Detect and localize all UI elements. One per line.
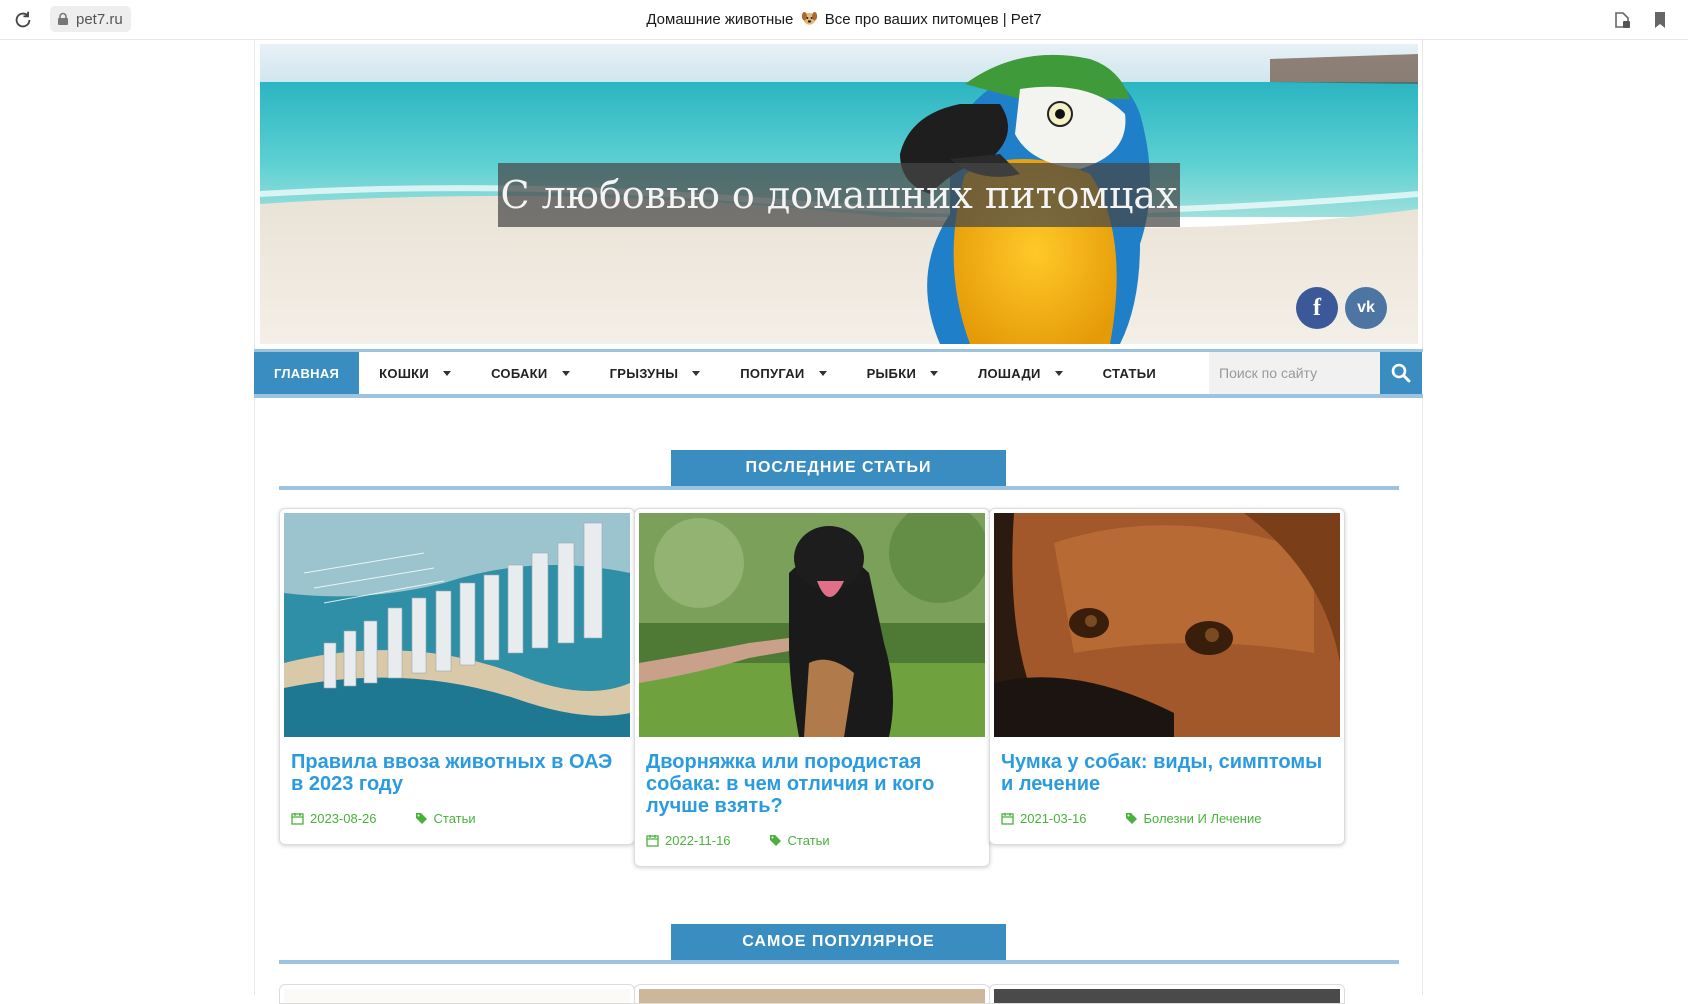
section-title-latest: ПОСЛЕДНИЕ СТАТЬИ — [671, 450, 1006, 486]
bookmark-icon[interactable] — [1650, 10, 1670, 30]
article-date: 2021-03-16 — [1020, 811, 1087, 826]
title-text-after: Все про ваших питомцев | Pet7 — [824, 11, 1042, 28]
article-title[interactable]: Правила ввоза животных в ОАЭ в 2023 году — [291, 751, 624, 795]
dog-face-icon — [801, 12, 817, 25]
dubai-aerial-image — [284, 513, 630, 737]
nav-label: ЛОШАДИ — [978, 365, 1041, 381]
article-card[interactable]: Правила ввоза животных в ОАЭ в 2023 году… — [279, 508, 635, 845]
vk-icon[interactable]: vk — [1345, 287, 1387, 329]
main-nav: ГЛАВНАЯ КОШКИ СОБАКИ ГРЫЗУНЫ ПОПУГАИ РЫБ… — [254, 349, 1423, 398]
beagle-face-image — [994, 513, 1340, 737]
article-category[interactable]: Статьи — [434, 811, 476, 826]
caret-down-icon — [930, 370, 939, 376]
tags-icon — [1125, 813, 1137, 824]
nav-label: ПОПУГАИ — [740, 365, 805, 381]
article-date: 2022-11-16 — [665, 833, 731, 848]
nav-item-parrots[interactable]: ПОПУГАИ — [720, 352, 846, 394]
hero-banner: С любовью о домашних питомцах f vk — [260, 44, 1418, 344]
hero-caption: С любовью о домашних питомцах — [498, 163, 1180, 227]
calendar-icon — [646, 835, 659, 847]
article-category[interactable]: Статьи — [788, 833, 830, 848]
page-container: С любовью о домашних питомцах f vk ГЛАВН… — [254, 40, 1423, 1004]
article-title[interactable]: Дворняжка или породистая собака: в чем о… — [646, 751, 979, 817]
nav-item-articles[interactable]: СТАТЬИ — [1083, 352, 1176, 394]
section-latest-header: ПОСЛЕДНИЕ СТАТЬИ — [279, 450, 1399, 490]
section-popular-header: САМОЕ ПОПУЛЯРНОЕ — [279, 924, 1399, 964]
caret-down-icon — [443, 370, 452, 376]
page-title: Домашние животные Все про ваших питомцев… — [0, 10, 1688, 28]
black-dog-paw-image — [639, 513, 985, 737]
tags-icon — [769, 835, 781, 846]
article-card[interactable]: Дворняжка или породистая собака: в чем о… — [634, 508, 990, 867]
nav-label: РЫБКИ — [866, 365, 917, 381]
calendar-icon — [291, 813, 304, 825]
popular-card-peek[interactable] — [989, 984, 1345, 1004]
nav-item-horses[interactable]: ЛОШАДИ — [958, 352, 1083, 394]
popular-card-peek[interactable] — [279, 984, 635, 1004]
lock-icon — [58, 12, 68, 25]
popular-card-peek[interactable] — [634, 984, 990, 1004]
article-image[interactable] — [639, 513, 985, 737]
caret-down-icon — [818, 370, 827, 376]
caret-down-icon — [692, 370, 701, 376]
browser-toolbar: pet7.ru Домашние животные Все про ваших … — [0, 0, 1688, 40]
article-image[interactable] — [994, 513, 1340, 737]
section-divider — [279, 486, 1399, 490]
section-title-popular: САМОЕ ПОПУЛЯРНОЕ — [671, 924, 1006, 960]
section-divider — [279, 960, 1399, 964]
nav-item-dogs[interactable]: СОБАКИ — [471, 352, 590, 394]
search-icon — [1391, 363, 1411, 383]
nav-label: ГРЫЗУНЫ — [609, 365, 679, 381]
article-card[interactable]: Чумка у собак: виды, симптомы и лечение … — [989, 508, 1345, 845]
calendar-icon — [1001, 813, 1014, 825]
article-meta: 2022-11-16 Статьи — [646, 833, 978, 848]
article-date: 2023-08-26 — [310, 811, 377, 826]
title-text-before: Домашние животные — [646, 11, 794, 28]
nav-label: КОШКИ — [379, 365, 430, 381]
nav-item-cats[interactable]: КОШКИ — [359, 352, 471, 394]
address-bar[interactable]: pet7.ru — [50, 6, 131, 32]
extension-icon[interactable] — [1612, 10, 1632, 30]
tags-icon — [415, 813, 427, 824]
nav-item-fish[interactable]: РЫБКИ — [847, 352, 959, 394]
reload-icon[interactable] — [12, 9, 34, 31]
nav-item-home[interactable]: ГЛАВНАЯ — [254, 352, 360, 394]
search-button[interactable] — [1380, 352, 1422, 394]
url-text: pet7.ru — [76, 10, 123, 28]
facebook-icon[interactable]: f — [1296, 287, 1338, 329]
article-image[interactable] — [284, 513, 630, 737]
article-meta: 2023-08-26 Статьи — [291, 811, 623, 826]
nav-label: СТАТЬИ — [1102, 365, 1157, 381]
article-category[interactable]: Болезни И Лечение — [1144, 811, 1262, 826]
search-input[interactable] — [1209, 352, 1380, 394]
search-form — [1209, 352, 1422, 394]
nav-label: ГЛАВНАЯ — [274, 365, 340, 381]
nav-label: СОБАКИ — [491, 365, 548, 381]
nav-item-rodents[interactable]: ГРЫЗУНЫ — [590, 352, 721, 394]
caret-down-icon — [561, 370, 570, 376]
article-title[interactable]: Чумка у собак: виды, симптомы и лечение — [1001, 751, 1334, 795]
article-meta: 2021-03-16 Болезни И Лечение — [1001, 811, 1333, 826]
caret-down-icon — [1054, 370, 1063, 376]
